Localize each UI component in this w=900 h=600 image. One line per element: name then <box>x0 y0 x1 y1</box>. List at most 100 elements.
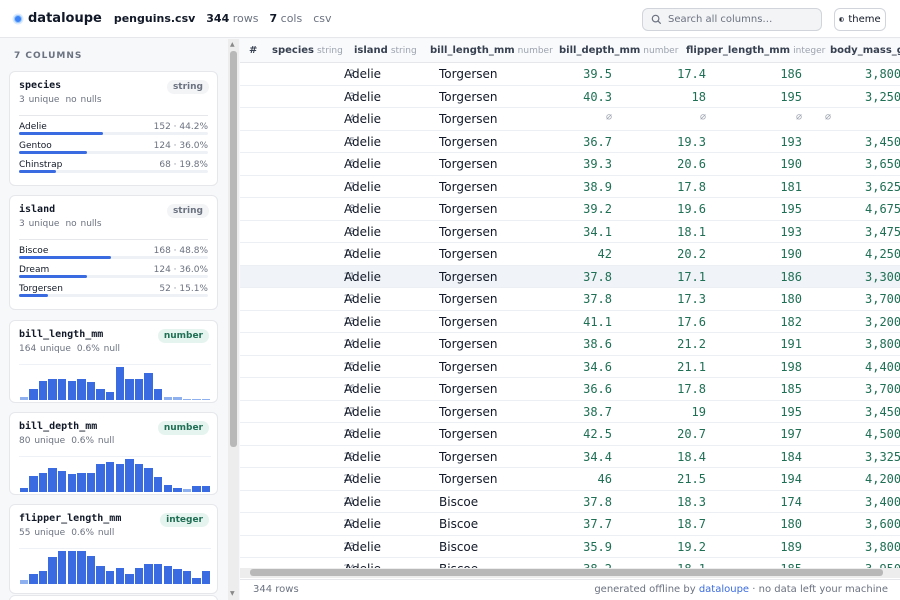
cell-flipper-length[interactable]: 180 <box>240 517 802 531</box>
scroll-down-arrow-icon[interactable]: ▼ <box>230 590 235 597</box>
cell-flipper-length[interactable]: 191 <box>240 337 802 351</box>
value-row[interactable]: Adelie 152 · 44.2% <box>19 119 208 138</box>
cell-body-mass[interactable]: 3,200 <box>865 315 900 329</box>
table-row[interactable]: 16 Adelie Torgersen 36.6 17.8 185 3,700 <box>240 378 900 401</box>
cell-flipper-length[interactable]: 195 <box>240 202 802 216</box>
cell-flipper-length[interactable]: 190 <box>240 157 802 171</box>
value-row[interactable]: Gentoo 124 · 36.0% <box>19 138 208 157</box>
header-bill-depth-mm[interactable]: bill_depth_mm number <box>559 45 678 56</box>
table-row[interactable]: 19 Adelie Torgersen 34.4 18.4 184 3,325 <box>240 446 900 468</box>
sidebar-scroll-thumb[interactable] <box>230 51 237 447</box>
grid-scroll-thumb[interactable] <box>250 569 883 576</box>
table-row[interactable]: 2 Adelie Torgersen 39.5 17.4 186 3,800 <box>240 63 900 86</box>
column-card-bill-length-mm[interactable]: bill_length_mm number 164 unique 0.6% nul… <box>9 320 218 403</box>
cell-flipper-length[interactable]: 180 <box>240 292 802 306</box>
value-row[interactable]: Torgersen 52 · 15.1% <box>19 281 208 300</box>
table-row[interactable]: 11 Adelie Torgersen 37.8 17.1 186 3,300 <box>240 265 900 288</box>
cell-body-mass[interactable]: 4,200 <box>865 472 900 486</box>
cell-body-mass[interactable]: 3,450 <box>865 135 900 149</box>
cell-body-mass[interactable]: 3,300 <box>865 270 900 284</box>
column-card-flipper-length-mm[interactable]: flipper_length_mm integer 55 unique 0.6% … <box>9 504 218 594</box>
cell-body-mass[interactable]: 3,400 <box>865 495 900 509</box>
cell-flipper-length[interactable]: 195 <box>240 90 802 104</box>
cell-flipper-length[interactable]: 197 <box>240 427 802 441</box>
cell-flipper-length[interactable]: 198 <box>240 360 802 374</box>
scroll-up-arrow-icon[interactable]: ▲ <box>230 41 235 48</box>
cell-flipper-length[interactable]: 194 <box>240 472 802 486</box>
cell-flipper-length[interactable]: 186 <box>240 67 802 81</box>
table-row[interactable]: 20 Adelie Torgersen 46 21.5 194 4,200 <box>240 468 900 491</box>
cell-flipper-length[interactable]: 189 <box>240 540 802 554</box>
cell-flipper-length[interactable]: 174 <box>240 495 802 509</box>
table-row[interactable]: 23 Adelie Biscoe 35.9 19.2 189 3,800 <box>240 536 900 558</box>
cell-flipper-length[interactable]: 193 <box>240 135 802 149</box>
table-row[interactable]: 6 Adelie Torgersen 39.3 20.6 190 3,650 <box>240 153 900 176</box>
table-row[interactable]: 17 Adelie Torgersen 38.7 19 195 3,450 <box>240 401 900 423</box>
header-body-mass-g[interactable]: body_mass_g <box>830 45 900 56</box>
cell-body-mass[interactable]: 3,800 <box>865 67 900 81</box>
cell-flipper-length[interactable]: 195 <box>240 405 802 419</box>
table-row[interactable]: 18 Adelie Torgersen 42.5 20.7 197 4,500 <box>240 423 900 446</box>
column-card-species[interactable]: species string 3 unique no nulls Adelie 15… <box>9 71 218 186</box>
cell-body-mass[interactable]: 4,400 <box>865 360 900 374</box>
cell-body-mass[interactable]: 3,600 <box>865 517 900 531</box>
cell-body-mass[interactable]: 3,325 <box>865 450 900 464</box>
value-row[interactable]: Biscoe 168 · 48.8% <box>19 243 208 262</box>
table-row[interactable]: 5 Adelie Torgersen 36.7 19.3 193 3,450 <box>240 131 900 153</box>
value-bar <box>19 151 88 154</box>
header-flipper-length-mm[interactable]: flipper_length_mm integer <box>686 45 825 56</box>
table-row[interactable]: 12 Adelie Torgersen 37.8 17.3 180 3,700 <box>240 288 900 311</box>
cell-body-mass[interactable]: 3,250 <box>865 90 900 104</box>
cell-body-mass[interactable]: 3,800 <box>865 337 900 351</box>
search-input[interactable] <box>668 14 818 25</box>
table-row[interactable]: 7 Adelie Torgersen 38.9 17.8 181 3,625 <box>240 176 900 198</box>
header-species[interactable]: species string <box>272 45 343 56</box>
table-row[interactable]: 13 Adelie Torgersen 41.1 17.6 182 3,200 <box>240 311 900 333</box>
header-bill-length-mm[interactable]: bill_length_mm number <box>430 45 553 56</box>
value-row[interactable]: Chinstrap 68 · 19.8% <box>19 157 208 176</box>
null-cell-icon[interactable]: ∅ <box>240 112 802 123</box>
table-row[interactable]: 4 Adelie Torgersen ∅ ∅ ∅ ∅ <box>240 108 900 131</box>
cell-body-mass[interactable]: 4,500 <box>865 427 900 441</box>
cell-body-mass[interactable]: 3,475 <box>865 225 900 239</box>
cell-body-mass[interactable]: 4,250 <box>865 247 900 261</box>
cell-body-mass[interactable]: 3,650 <box>865 157 900 171</box>
theme-button[interactable]: theme <box>834 8 886 31</box>
value-row[interactable]: Dream 124 · 36.0% <box>19 262 208 281</box>
table-row[interactable]: 3 Adelie Torgersen 40.3 18 195 3,250 <box>240 86 900 108</box>
cell-flipper-length[interactable]: 182 <box>240 315 802 329</box>
table-row[interactable]: 21 Adelie Biscoe 37.8 18.3 174 3,400 <box>240 491 900 513</box>
histogram-bar <box>163 484 173 492</box>
cell-body-mass[interactable]: 3,625 <box>865 180 900 194</box>
app-name: dataloupe <box>28 11 102 26</box>
cell-body-mass[interactable]: 4,675 <box>865 202 900 216</box>
cell-flipper-length[interactable]: 185 <box>240 382 802 396</box>
dataloupe-link[interactable]: dataloupe <box>699 584 749 595</box>
header-island[interactable]: island string <box>354 45 417 56</box>
table-row[interactable]: 15 Adelie Torgersen 34.6 21.1 198 4,400 <box>240 356 900 378</box>
table-row[interactable]: 10 Adelie Torgersen 42 20.2 190 4,250 <box>240 243 900 266</box>
histogram-bar <box>96 463 105 492</box>
cell-flipper-length[interactable]: 184 <box>240 450 802 464</box>
table-row[interactable]: 8 Adelie Torgersen 39.2 19.6 195 4,675 <box>240 198 900 221</box>
cell-body-mass[interactable]: 3,700 <box>865 382 900 396</box>
cell-body-mass[interactable]: 3,450 <box>865 405 900 419</box>
null-cell-icon[interactable]: ∅ <box>825 112 831 123</box>
search-box[interactable] <box>642 8 822 31</box>
cell-flipper-length[interactable]: 190 <box>240 247 802 261</box>
cell-flipper-length[interactable]: 186 <box>240 270 802 284</box>
table-row[interactable]: 14 Adelie Torgersen 38.6 21.2 191 3,800 <box>240 333 900 356</box>
table-row[interactable]: 9 Adelie Torgersen 34.1 18.1 193 3,475 <box>240 221 900 243</box>
table-row[interactable]: 22 Adelie Biscoe 37.7 18.7 180 3,600 <box>240 513 900 536</box>
cell-body-mass[interactable]: 3,700 <box>865 292 900 306</box>
value-bar <box>19 170 57 173</box>
cell-flipper-length[interactable]: 181 <box>240 180 802 194</box>
column-card-partial[interactable] <box>9 595 218 600</box>
columns-heading: 7 COLUMNS <box>14 51 83 61</box>
histogram-bar <box>134 379 144 400</box>
cell-body-mass[interactable]: 3,800 <box>865 540 900 554</box>
column-card-island[interactable]: island string 3 unique no nulls Biscoe 168… <box>9 195 218 310</box>
column-card-bill-depth-mm[interactable]: bill_depth_mm number 80 unique 0.6% null <box>9 412 218 495</box>
histogram-bar <box>105 391 115 400</box>
cell-flipper-length[interactable]: 193 <box>240 225 802 239</box>
